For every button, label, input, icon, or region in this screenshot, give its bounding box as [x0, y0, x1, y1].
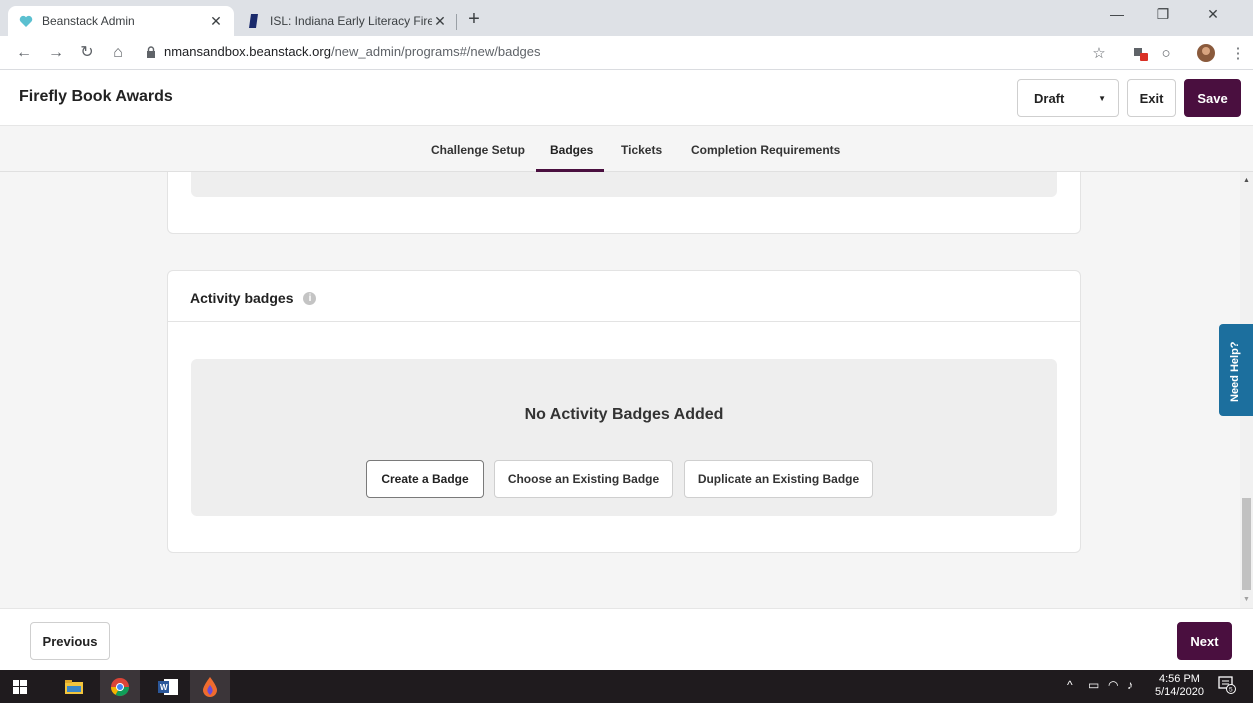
tab-badges[interactable]: Badges — [550, 143, 593, 157]
bookmark-star-icon[interactable]: ☆ — [1089, 43, 1109, 63]
need-help-tab[interactable]: Need Help? — [1219, 324, 1253, 416]
file-explorer-icon[interactable] — [54, 670, 94, 703]
clock-date: 5/14/2020 — [1155, 686, 1204, 698]
empty-state-title: No Activity Badges Added — [524, 406, 724, 423]
address-bar[interactable]: nmansandbox.beanstack.org/new_admin/prog… — [146, 44, 541, 59]
activity-badges-title: Activity badges — [190, 290, 294, 306]
windows-start-icon[interactable] — [0, 670, 40, 703]
tab-completion-requirements[interactable]: Completion Requirements — [691, 143, 840, 157]
tab-divider — [456, 14, 457, 30]
tab-title: Beanstack Admin — [42, 14, 135, 28]
restore-icon[interactable]: ❐ — [1140, 6, 1186, 23]
new-tab-icon[interactable]: + — [462, 8, 486, 32]
tab-tickets[interactable]: Tickets — [621, 143, 662, 157]
extension-circle-icon[interactable]: ○ — [1156, 43, 1176, 63]
lock-icon — [147, 45, 155, 58]
exit-button[interactable]: Exit — [1127, 79, 1176, 117]
main-content[interactable]: Activity badges i No Activity Badges Add… — [0, 172, 1240, 608]
card-header: Activity badges i — [168, 271, 1080, 322]
previous-section-panel — [191, 172, 1057, 197]
reload-icon[interactable]: ↻ — [77, 43, 97, 63]
paint-app-icon[interactable] — [190, 670, 230, 703]
forward-icon[interactable]: → — [46, 43, 66, 63]
scrollbar-thumb[interactable] — [1242, 498, 1251, 590]
card-title: Activity badges i — [190, 290, 317, 306]
info-icon[interactable]: i — [303, 291, 317, 305]
volume-icon[interactable]: ♪ — [1127, 678, 1133, 692]
svg-text:5: 5 — [1229, 687, 1233, 694]
window-close-icon[interactable]: ✕ — [1190, 6, 1236, 23]
heart-icon — [18, 13, 34, 29]
need-help-label: Need Help? — [1229, 341, 1241, 402]
close-icon[interactable]: ✕ — [432, 13, 448, 30]
url-path: /new_admin/programs#/new/badges — [330, 44, 541, 59]
tab-challenge-setup[interactable]: Challenge Setup — [431, 143, 525, 157]
status-select-value: Draft — [1034, 90, 1065, 106]
avatar[interactable] — [1196, 43, 1216, 63]
scroll-down-icon[interactable]: ▼ — [1243, 596, 1250, 603]
bookmark-icon — [246, 13, 262, 29]
show-hidden-icons-icon[interactable]: ^ — [1067, 678, 1073, 692]
footer-bar: Previous Next — [0, 608, 1253, 670]
activity-badges-card: Activity badges i No Activity Badges Add… — [167, 270, 1081, 553]
duplicate-existing-badge-button[interactable]: Duplicate an Existing Badge — [684, 460, 873, 498]
notifications-icon[interactable]: 5 — [1218, 676, 1236, 697]
close-icon[interactable]: ✕ — [208, 13, 224, 30]
choose-existing-badge-button[interactable]: Choose an Existing Badge — [494, 460, 673, 498]
word-icon[interactable]: W — [148, 670, 188, 703]
section-tabs: Challenge Setup Badges Tickets Completio… — [0, 126, 1253, 172]
clock-time: 4:56 PM — [1158, 673, 1200, 685]
battery-icon[interactable]: ▭ — [1088, 678, 1099, 692]
browser-tab-isl[interactable]: ISL: Indiana Early Literacy Firefly / ✕ — [236, 6, 458, 36]
taskbar-clock[interactable]: 4:56 PM 5/14/2020 — [1155, 673, 1204, 699]
taskbar: W ^ ▭ ◠ ♪ 4:56 PM 5/14/2020 5 — [0, 670, 1253, 703]
browser-tab-beanstack-admin[interactable]: Beanstack Admin ✕ — [8, 6, 234, 36]
browser-toolbar: ← → ↻ ⌂ nmansandbox.beanstack.org/new_ad… — [0, 36, 1253, 70]
url-host: nmansandbox.beanstack.org — [164, 44, 331, 59]
page-title: Firefly Book Awards — [19, 88, 173, 105]
next-button[interactable]: Next — [1177, 622, 1232, 660]
previous-button[interactable]: Previous — [30, 622, 110, 660]
wifi-icon[interactable]: ◠ — [1108, 678, 1118, 692]
chrome-icon[interactable] — [100, 670, 140, 703]
previous-section-card — [167, 172, 1081, 234]
home-icon[interactable]: ⌂ — [108, 43, 128, 63]
svg-text:W: W — [160, 683, 168, 692]
menu-icon[interactable]: ⋮ — [1228, 43, 1248, 63]
save-button[interactable]: Save — [1184, 79, 1241, 117]
extension-icon[interactable] — [1130, 43, 1150, 63]
app-header: Firefly Book Awards Draft ▼ Exit Save — [0, 70, 1253, 126]
scroll-up-icon[interactable]: ▲ — [1243, 177, 1250, 184]
back-icon[interactable]: ← — [14, 43, 34, 63]
empty-state: No Activity Badges Added Create a Badge … — [191, 359, 1057, 516]
caret-down-icon: ▼ — [1098, 93, 1106, 103]
tab-title: ISL: Indiana Early Literacy Firefly / — [270, 14, 432, 28]
create-badge-button[interactable]: Create a Badge — [366, 460, 484, 498]
browser-tab-strip: Beanstack Admin ✕ ISL: Indiana Early Lit… — [0, 0, 1253, 36]
status-select[interactable]: Draft ▼ — [1017, 79, 1119, 117]
minimize-icon[interactable]: — — [1094, 6, 1140, 22]
